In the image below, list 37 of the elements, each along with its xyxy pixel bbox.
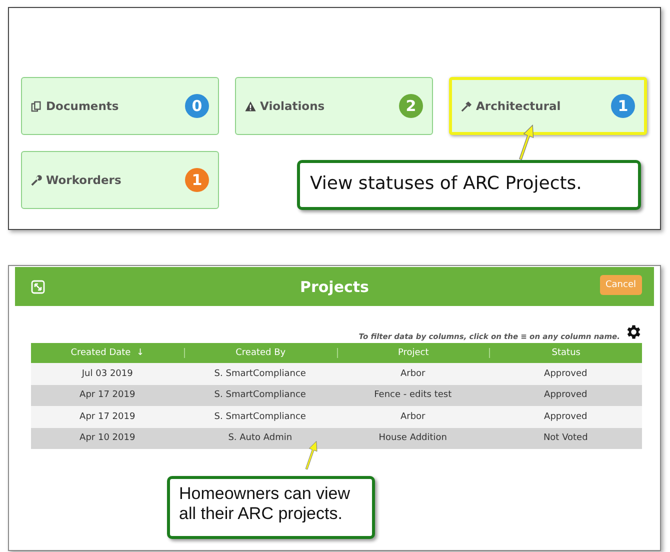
count-badge: 1 <box>611 94 635 118</box>
column-header[interactable]: Project <box>398 348 429 358</box>
expand-icon[interactable] <box>31 280 45 294</box>
table-cell: Not Voted <box>543 433 588 444</box>
table-cell: Apr 17 2019 <box>80 390 136 400</box>
warning-icon <box>245 100 256 112</box>
column-header[interactable]: Created By <box>236 348 286 358</box>
column-header[interactable]: Status <box>552 348 580 358</box>
callout: View statuses of ARC Projects. <box>297 160 641 210</box>
wrench-icon <box>31 174 42 186</box>
table-cell: Apr 10 2019 <box>80 433 136 444</box>
table-cell: S. SmartCompliance <box>214 412 306 422</box>
table-cell: Approved <box>544 412 588 422</box>
table-cell: Approved <box>544 368 588 379</box>
table-cell: Fence - edits test <box>374 390 452 400</box>
hammer-icon <box>461 100 472 112</box>
count-badge: 1 <box>185 168 209 192</box>
dashboard-tile[interactable]: Violations 2 <box>235 77 433 135</box>
table-cell: Arbor <box>400 412 426 422</box>
dashboard-tile[interactable]: Architectural 1 <box>449 77 647 135</box>
callout: Homeowners can view all their ARC projects. <box>167 476 375 539</box>
column-header[interactable]: Created Date ↓ <box>70 348 144 358</box>
dashboard-tile[interactable]: Workorders 1 <box>21 151 219 209</box>
table-cell: House Addition <box>378 433 447 444</box>
documents-icon <box>31 100 42 112</box>
dialog-title: Projects <box>300 278 369 296</box>
table-cell: Apr 17 2019 <box>80 412 136 422</box>
count-badge: 2 <box>399 94 423 118</box>
table-cell: S. SmartCompliance <box>214 368 306 379</box>
count-badge: 0 <box>185 94 209 118</box>
table-cell: S. SmartCompliance <box>214 390 306 400</box>
cancel-button[interactable]: Cancel <box>600 275 642 295</box>
table-cell: Approved <box>544 390 588 400</box>
table-cell: S. Auto Admin <box>228 433 292 444</box>
table-cell: Jul 03 2019 <box>82 368 133 379</box>
table-cell: Arbor <box>400 368 426 379</box>
dashboard-tile[interactable]: Documents 0 <box>21 77 219 135</box>
